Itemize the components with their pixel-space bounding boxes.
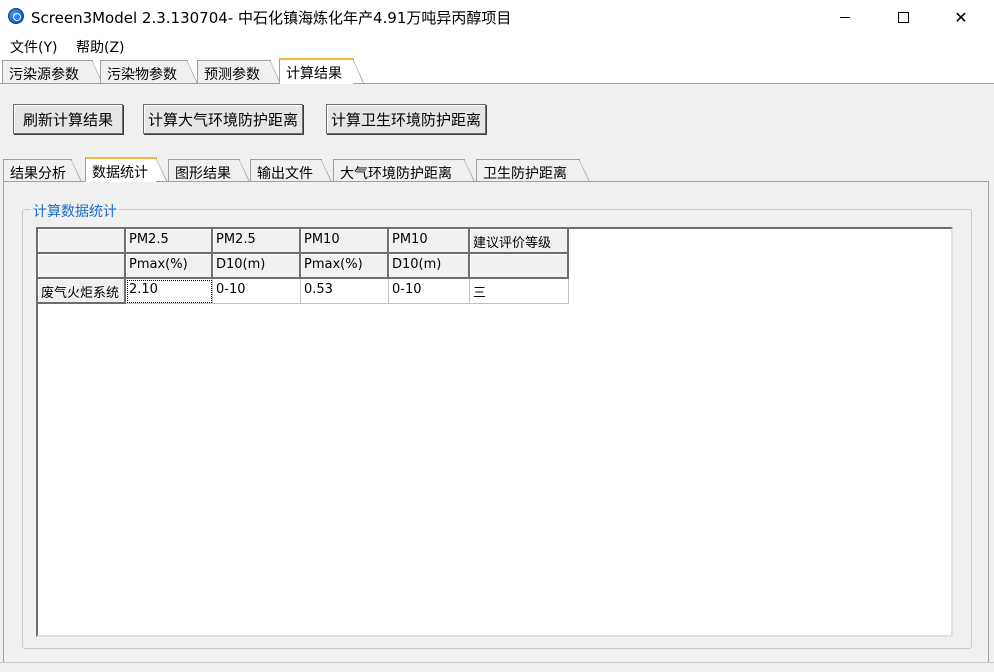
minimize-button[interactable] [822,0,868,34]
col-header[interactable]: 建议评价等级 [470,229,569,254]
table-cell[interactable]: 三 [470,279,569,304]
row-header[interactable]: 废气火炬系统 [38,279,126,304]
tab-data-statistics[interactable]: 数据统计 [85,157,167,182]
group-title: 计算数据统计 [31,201,119,221]
close-icon: ✕ [954,7,968,27]
col-header[interactable]: PM10 [301,229,389,254]
tab-calc-result[interactable]: 计算结果 [279,58,364,84]
row-header [38,254,126,279]
tab-label: 污染源参数 [9,67,79,83]
col-subheader: Pmax(%) [301,254,389,279]
close-button[interactable]: ✕ [938,0,984,34]
calc-result-panel: 刷新计算结果 计算大气环境防护距离 计算卫生环境防护距离 结果分析 数据统计 图… [0,83,994,672]
menu-help[interactable]: 帮助(Z) [76,37,125,57]
table-cell[interactable]: 2.10 [126,279,213,304]
tab-graph-result[interactable]: 图形结果 [168,159,250,182]
menu-bar: 文件(Y) 帮助(Z) [0,34,994,56]
tab-pollutant[interactable]: 污染物参数 [100,60,198,84]
tab-label: 大气环境防护距离 [340,166,452,182]
tab-pollution-source[interactable]: 污染源参数 [2,60,103,84]
col-subheader: D10(m) [213,254,301,279]
col-subheader [470,254,569,279]
tab-label: 结果分析 [10,166,66,182]
table-cell[interactable]: 0-10 [389,279,470,304]
tab-label: 预测参数 [204,67,260,83]
table-cell[interactable]: 0.53 [301,279,389,304]
window-title: Screen3Model 2.3.130704- 中石化镇海炼化年产4.91万吨… [31,9,512,27]
statistics-grid[interactable]: PM2.5 PM2.5 PM10 PM10 建议评价等级 Pmax(%) D10… [36,227,953,637]
calc-data-group: 计算数据统计 PM2.5 PM2.5 PM10 PM10 建议评价等级 Pmax… [22,201,972,649]
tab-health-protection-distance[interactable]: 卫生防护距离 [476,159,590,182]
grid-corner [38,229,126,254]
tab-label: 计算结果 [286,66,342,82]
data-statistics-panel: 计算数据统计 PM2.5 PM2.5 PM10 PM10 建议评价等级 Pmax… [3,181,989,664]
calc-air-distance-button[interactable]: 计算大气环境防护距离 [143,104,303,134]
tab-label: 数据统计 [92,165,148,181]
tab-output-file[interactable]: 输出文件 [250,159,332,182]
menu-file[interactable]: 文件(Y) [10,37,57,57]
title-bar: Screen3Model 2.3.130704- 中石化镇海炼化年产4.91万吨… [0,0,994,34]
col-subheader: Pmax(%) [126,254,213,279]
status-strip [0,662,994,672]
table-cell[interactable]: 0-10 [213,279,301,304]
col-header[interactable]: PM2.5 [126,229,213,254]
tab-label: 图形结果 [175,166,231,182]
tab-label: 输出文件 [257,166,313,182]
refresh-results-button[interactable]: 刷新计算结果 [13,104,123,134]
tab-label: 卫生防护距离 [483,166,567,182]
tab-label: 污染物参数 [107,67,177,83]
outer-tab-strip: 污染源参数 污染物参数 预测参数 计算结果 [0,58,994,84]
tab-air-protection-distance[interactable]: 大气环境防护距离 [333,159,475,182]
calc-health-distance-button[interactable]: 计算卫生环境防护距离 [326,104,486,134]
col-subheader: D10(m) [389,254,470,279]
maximize-button[interactable] [880,0,926,34]
inner-tab-strip: 结果分析 数据统计 图形结果 输出文件 大气环境防护距离 卫生防护距离 [0,156,994,182]
col-header[interactable]: PM2.5 [213,229,301,254]
tab-result-analysis[interactable]: 结果分析 [3,159,82,182]
tab-prediction[interactable]: 预测参数 [197,60,281,84]
app-icon [8,8,24,24]
col-header[interactable]: PM10 [389,229,470,254]
